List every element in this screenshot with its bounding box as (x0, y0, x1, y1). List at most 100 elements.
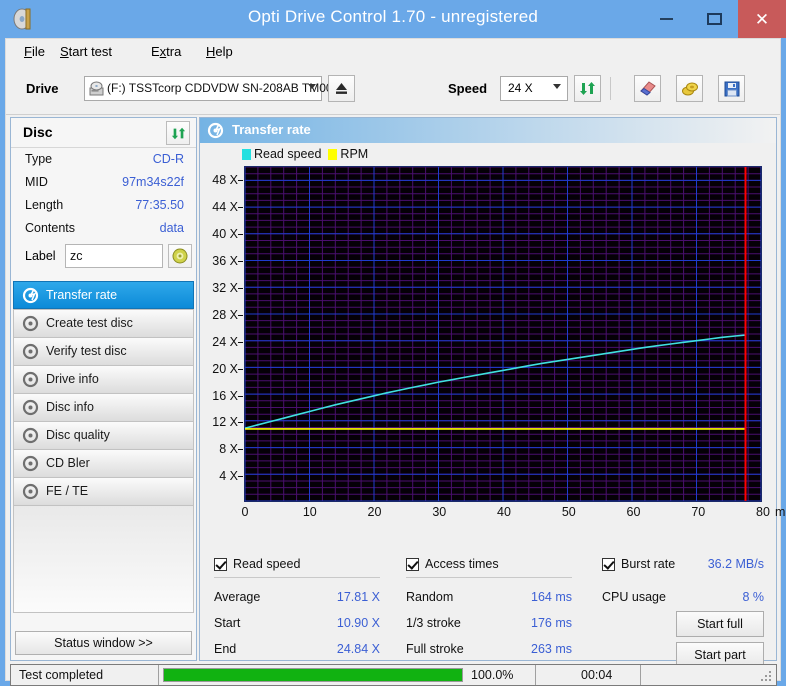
y-tick-label: 4 X (219, 469, 238, 484)
y-tick-label: 16 X (212, 388, 238, 403)
row-key: MID (25, 175, 48, 189)
disc-row-contents: Contents data (11, 218, 196, 241)
access-times-divider (406, 577, 572, 578)
row-value: data (159, 221, 184, 235)
sidebar-item-label: Disc quality (46, 428, 110, 442)
progress-fill (164, 669, 462, 681)
sidebar-item-fe-te[interactable]: FE / TE (13, 477, 194, 505)
sidebar-item-disc-info[interactable]: Disc info (13, 393, 194, 421)
y-tick-mark (238, 180, 243, 182)
x-tick-label: 30 (432, 505, 447, 519)
eject-button[interactable] (328, 75, 355, 102)
stats-panel: Read speed Average 17.81 X Start 10.90 X… (200, 553, 776, 668)
y-tick-mark (238, 207, 243, 209)
legend-swatch-read-speed (242, 148, 251, 160)
read-speed-checkbox-label: Read speed (233, 557, 301, 571)
disc-row-length: Length 77:35.50 (11, 195, 196, 218)
y-tick-mark (238, 234, 243, 236)
sidebar-item-label: Disc info (46, 400, 94, 414)
row-value: 97m34s22f (122, 175, 184, 189)
access-times-checkbox[interactable] (406, 558, 419, 571)
sidebar-item-transfer-rate[interactable]: Transfer rate (13, 281, 194, 309)
maximize-button[interactable] (690, 0, 738, 38)
y-tick-mark (238, 368, 243, 370)
menu-file[interactable]: File (20, 43, 49, 60)
disc-icon (22, 287, 39, 304)
sidebar-item-cd-bler[interactable]: CD Bler (13, 449, 194, 477)
progress-percent: 100.0% (471, 668, 514, 682)
disc-refresh-button[interactable] (166, 121, 190, 145)
sidebar-item-create-test-disc[interactable]: Create test disc (13, 309, 194, 337)
disc-info-rows: Type CD-R MID 97m34s22f Length 77:35.50 … (11, 149, 196, 273)
y-tick-label: 20 X (212, 361, 238, 376)
close-button[interactable]: ✕ (738, 0, 786, 38)
x-tick-label: 20 (367, 505, 382, 519)
resize-grip-icon[interactable] (761, 671, 773, 683)
stat-value-average: 17.81 X (336, 590, 380, 604)
chevron-down-icon[interactable] (553, 84, 561, 89)
client-area: File Start test Extra Help Drive (F:) TS… (5, 38, 786, 686)
disc-icon (22, 343, 39, 360)
menu-extra[interactable]: Extra (147, 43, 185, 60)
eraser-icon (639, 80, 656, 96)
x-tick-label: 80 (756, 505, 770, 519)
speed-select[interactable]: 24 X (500, 76, 568, 101)
disc-icon (22, 315, 39, 332)
speed-label: Speed (448, 81, 488, 96)
disc-sidebar: Disc Type CD-R MID 97m34s22f Length 77:3… (10, 117, 197, 661)
title-bar: Opti Drive Control 1.70 - unregistered ✕ (0, 0, 786, 38)
drive-value: (F:) TSSTcorp CDDVDW SN-208AB TM00 (107, 81, 333, 95)
minimize-button[interactable] (642, 0, 690, 38)
y-tick-label: 32 X (212, 281, 238, 295)
legend-label-rpm: RPM (340, 147, 369, 161)
disc-label-row: Label (11, 241, 196, 273)
y-axis-labels: 4 X 8 X 12 X 16 X 20 X 24 X 28 X 32 X 36 X 40 X 44… (200, 166, 243, 502)
eraser-button[interactable] (634, 75, 661, 102)
stat-key-average: Average (214, 590, 261, 604)
stat-value-third-stroke: 176 ms (531, 616, 572, 630)
menu-start-test[interactable]: Start test (56, 43, 116, 60)
x-tick-label: 40 (497, 505, 511, 519)
save-floppy-icon (724, 81, 739, 96)
sidebar-item-drive-info[interactable]: Drive info (13, 365, 194, 393)
sidebar-item-verify-test-disc[interactable]: Verify test disc (13, 337, 194, 365)
y-tick-label: 40 X (212, 227, 238, 242)
x-axis-labels: 0 10 20 30 40 50 60 70 80 min (200, 505, 786, 525)
chevron-down-icon[interactable] (308, 84, 316, 89)
y-tick-mark (238, 288, 243, 289)
disc-icon (22, 371, 39, 388)
elapsed-time: 00:04 (581, 668, 613, 682)
sidebar-item-label: CD Bler (46, 456, 90, 470)
disc-label-button[interactable] (168, 244, 192, 268)
disc-panel-header: Disc (11, 118, 196, 148)
sidebar-item-disc-quality[interactable]: Disc quality (13, 421, 194, 449)
stat-value-random: 164 ms (531, 590, 572, 604)
coins-icon (681, 82, 698, 95)
drive-select[interactable]: (F:) TSSTcorp CDDVDW SN-208AB TM00 (84, 76, 333, 101)
x-axis-unit-label: min (775, 505, 786, 519)
refresh-speed-button[interactable] (574, 75, 601, 102)
status-window-button[interactable]: Status window >> (15, 631, 192, 655)
legend-swatch-rpm (328, 148, 338, 160)
row-value: CD-R (152, 152, 184, 166)
disc-label-input[interactable] (65, 244, 163, 268)
chart-legend: Read speed RPM (242, 147, 375, 161)
toolbar-separator (610, 77, 611, 100)
start-full-button[interactable]: Start full (676, 611, 764, 637)
burst-rate-checkbox[interactable] (602, 558, 615, 571)
stat-key-random: Random (406, 590, 454, 604)
save-button[interactable] (718, 75, 745, 102)
disc-label-key: Label (25, 249, 56, 263)
read-speed-checkbox[interactable] (214, 558, 227, 571)
drive-label: Drive (26, 81, 59, 96)
stat-value-full-stroke: 263 ms (531, 642, 572, 656)
menu-help[interactable]: Help (202, 43, 237, 60)
speed-value: 24 X (508, 81, 533, 95)
coins-button[interactable] (676, 75, 703, 102)
disc-icon (22, 399, 39, 416)
test-nav-list: Transfer rate Create test disc Verify te… (13, 281, 194, 533)
chart-area: Read speed RPM 4 X 8 X 12 X 16 X 20 X 24 X 28 … (200, 143, 786, 553)
y-tick-mark (238, 261, 243, 263)
y-tick-label: 24 X (212, 334, 238, 349)
stat-key-full-stroke: Full stroke (406, 642, 464, 656)
